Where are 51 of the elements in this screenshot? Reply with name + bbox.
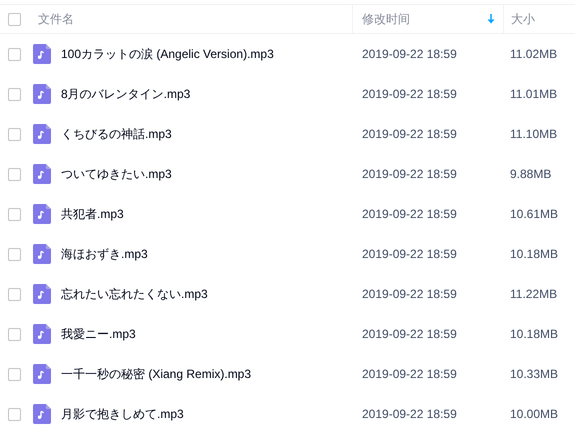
modified-time: 2019-09-22 18:59 (362, 87, 457, 101)
checkbox[interactable] (8, 208, 21, 220)
file-size: 10.18MB (510, 247, 558, 261)
music-file-icon (33, 364, 51, 384)
file-size: 10.18MB (510, 327, 558, 341)
file-name: くちびるの神話.mp3 (61, 126, 172, 143)
checkbox[interactable] (8, 12, 21, 26)
music-file-icon (33, 124, 51, 144)
music-file-icon (33, 204, 51, 224)
file-size: 10.61MB (510, 207, 558, 221)
checkbox[interactable] (8, 288, 21, 300)
checkbox[interactable] (8, 368, 21, 380)
file-name: 一千一秒の秘密 (Xiang Remix).mp3 (61, 366, 252, 383)
modified-time: 2019-09-22 18:59 (362, 247, 457, 261)
checkbox[interactable] (8, 328, 21, 340)
modified-time: 2019-09-22 18:59 (362, 47, 457, 61)
file-size: 11.01MB (510, 87, 558, 101)
music-file-icon (33, 404, 51, 424)
checkbox[interactable] (8, 128, 21, 140)
file-name: 忘れたい忘れたくない.mp3 (61, 286, 208, 303)
checkbox[interactable] (8, 408, 21, 420)
file-size: 11.10MB (510, 127, 558, 141)
file-name: ついてゆきたい.mp3 (61, 166, 172, 183)
music-file-icon (33, 44, 51, 64)
file-size: 11.02MB (510, 47, 558, 61)
file-size: 11.22MB (510, 287, 558, 301)
file-size: 10.00MB (510, 407, 558, 421)
file-name: 100カラットの涙 (Angelic Version).mp3 (61, 46, 274, 63)
music-file-icon (33, 324, 51, 344)
checkbox[interactable] (8, 168, 21, 180)
file-name: 8月のバレンタイン.mp3 (61, 86, 190, 103)
modified-time: 2019-09-22 18:59 (362, 127, 457, 141)
checkbox[interactable] (8, 48, 21, 60)
file-name: 月影で抱きしめて.mp3 (61, 406, 184, 423)
file-name: 海ほおずき.mp3 (61, 246, 148, 263)
music-file-icon (33, 244, 51, 264)
modified-time: 2019-09-22 18:59 (362, 407, 457, 421)
checkbox[interactable] (8, 88, 21, 100)
music-file-icon (33, 284, 51, 304)
file-size: 9.88MB (510, 167, 552, 181)
music-file-icon (33, 164, 51, 184)
modified-time: 2019-09-22 18:59 (362, 287, 457, 301)
file-name: 我愛ニー.mp3 (61, 326, 136, 343)
file-name: 共犯者.mp3 (61, 206, 124, 223)
checkbox[interactable] (8, 248, 21, 260)
modified-time: 2019-09-22 18:59 (362, 327, 457, 341)
modified-time: 2019-09-22 18:59 (362, 167, 457, 181)
music-file-icon (33, 84, 51, 104)
file-size: 10.33MB (510, 367, 558, 381)
modified-time: 2019-09-22 18:59 (362, 207, 457, 221)
modified-time: 2019-09-22 18:59 (362, 367, 457, 381)
